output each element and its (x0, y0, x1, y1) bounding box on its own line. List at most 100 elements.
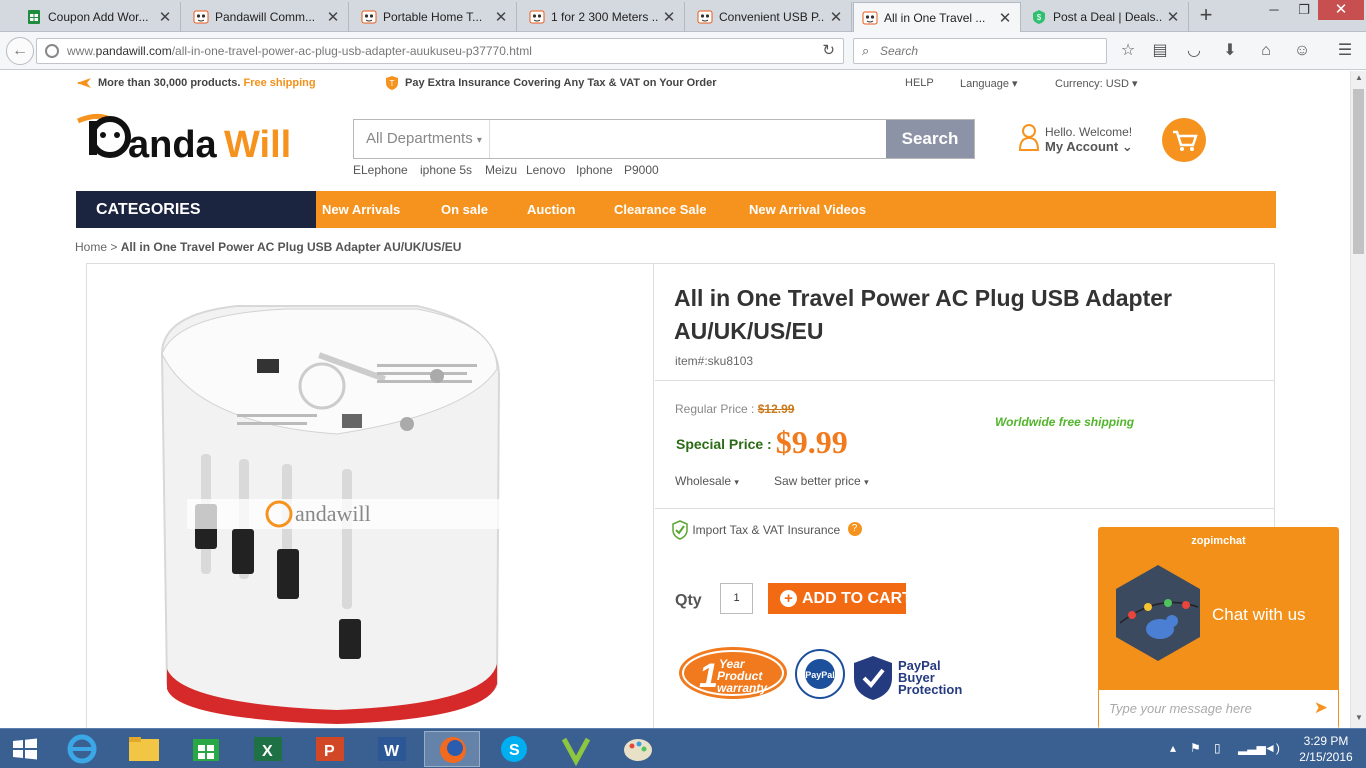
user-icon (1018, 124, 1040, 151)
close-tab-icon[interactable]: ✕ (326, 8, 340, 26)
scroll-down-icon[interactable]: ▼ (1351, 713, 1366, 722)
worldwide-shipping: Worldwide free shipping (995, 415, 1135, 429)
svg-text:S: S (509, 742, 520, 759)
browser-tab-1[interactable]: Coupon Add Wor... ✕ (18, 2, 181, 32)
system-clock[interactable]: 3:29 PM 2/15/2016 (1296, 733, 1356, 765)
nav-on-sale[interactable]: On sale (441, 191, 488, 228)
browser-tab-3[interactable]: Portable Home T... ✕ (353, 2, 517, 32)
hot-search-4[interactable]: Lenovo (526, 163, 565, 177)
department-select[interactable]: All Departments ▾ (354, 120, 490, 158)
pandawill-logo[interactable]: anda Will (76, 111, 298, 166)
vine-icon[interactable] (548, 731, 604, 767)
dealspotr-icon: $ (1033, 10, 1045, 24)
close-tab-icon[interactable]: ✕ (998, 9, 1012, 27)
promo-products-text: More than 30,000 products. (98, 77, 241, 89)
browser-tab-5[interactable]: Convenient USB P... ✕ (689, 2, 852, 32)
wholesale-dropdown[interactable]: Wholesale ▾ (675, 474, 739, 488)
windows-start-icon[interactable] (12, 738, 38, 760)
language-selector[interactable]: Language ▾ (960, 77, 1018, 90)
zopim-chat-widget[interactable]: zopimchat Chat with us Type your message… (1098, 527, 1339, 729)
plus-icon: + (780, 590, 797, 607)
help-question-icon[interactable]: ? (847, 522, 862, 536)
bookmark-star-icon[interactable]: ☆ (1117, 40, 1139, 62)
device-icon[interactable]: ▯ (1214, 741, 1221, 755)
browser-tab-4[interactable]: 1 for 2 300 Meters ... ✕ (521, 2, 685, 32)
add-to-cart-button[interactable]: + ADD TO CART (768, 583, 912, 614)
volume-icon[interactable]: ◄) (1264, 741, 1280, 755)
categories-menu[interactable]: CATEGORIES (76, 191, 316, 228)
hot-search-3[interactable]: Meizu (485, 163, 517, 177)
close-tab-icon[interactable]: ✕ (829, 8, 843, 26)
my-account-menu[interactable]: Hello. Welcome! My Account ⌄ (1018, 123, 1133, 156)
cart-button[interactable] (1162, 118, 1206, 162)
currency-selector[interactable]: Currency: USD ▾ (1055, 77, 1138, 90)
add-to-cart-label: ADD TO CART (802, 590, 912, 607)
site-search-input[interactable] (491, 120, 886, 158)
ie-icon[interactable] (54, 731, 110, 767)
action-center-icon[interactable]: ⚑ (1190, 741, 1201, 755)
help-link[interactable]: HELP (905, 77, 934, 89)
page-scrollbar[interactable]: ▲ ▼ (1350, 71, 1366, 728)
nav-new-arrivals[interactable]: New Arrivals (322, 191, 400, 228)
nav-clearance-sale[interactable]: Clearance Sale (614, 191, 707, 228)
url-path: /all-in-one-travel-power-ac-plug-usb-ada… (171, 44, 532, 58)
firefox-icon[interactable] (424, 731, 480, 767)
powerpoint-icon[interactable]: P (302, 731, 358, 767)
reading-list-icon[interactable]: ▤ (1149, 40, 1171, 62)
excel-icon[interactable]: X (240, 731, 296, 767)
quantity-input[interactable]: 1 (720, 583, 753, 614)
chat-message-input[interactable]: Type your message here ➤ (1099, 690, 1338, 728)
browser-tab-2[interactable]: Pandawill Comm... ✕ (185, 2, 349, 32)
home-icon[interactable]: ⌂ (1255, 40, 1277, 62)
browser-tab-7[interactable]: $ Post a Deal | Deals... ✕ (1023, 2, 1189, 32)
search-button[interactable]: Search (886, 120, 974, 158)
hot-search-2[interactable]: iphone 5s (420, 163, 472, 177)
minimize-window-button[interactable]: ─ (1260, 0, 1288, 22)
shield-icon: T (386, 76, 398, 90)
network-icon[interactable]: ▂▃▅ (1238, 741, 1266, 755)
show-hidden-icons[interactable]: ▴ (1170, 741, 1176, 755)
browser-tab-6-active[interactable]: All in One Travel ... ✕ (853, 2, 1021, 33)
tax-insurance-label: Import Tax & VAT Insurance (692, 523, 841, 537)
close-tab-icon[interactable]: ✕ (662, 8, 676, 26)
free-shipping-link[interactable]: Free shipping (244, 77, 316, 89)
pocket-icon[interactable]: ◡ (1183, 40, 1205, 62)
chevron-down-icon: ⌄ (1121, 139, 1133, 154)
new-tab-button[interactable]: + (1194, 4, 1218, 28)
language-label: Language (960, 78, 1009, 90)
hot-search-6[interactable]: P9000 (624, 163, 659, 177)
hot-search-1[interactable]: ELephone (353, 163, 408, 177)
store-icon[interactable] (178, 731, 234, 767)
browser-search-box[interactable]: ⌕ Search (853, 38, 1107, 64)
send-icon[interactable]: ➤ (1314, 698, 1328, 718)
nav-auction[interactable]: Auction (527, 191, 575, 228)
scroll-up-icon[interactable]: ▲ (1351, 73, 1366, 82)
product-image-area[interactable]: andawill (87, 264, 654, 728)
skype-icon[interactable]: S (486, 731, 542, 767)
scrollbar-thumb[interactable] (1353, 89, 1364, 254)
close-tab-icon[interactable]: ✕ (494, 8, 508, 26)
close-tab-icon[interactable]: ✕ (158, 8, 172, 26)
promo-insurance[interactable]: Pay Extra Insurance Covering Any Tax & V… (405, 77, 717, 89)
breadcrumb-home[interactable]: Home (75, 240, 107, 254)
tax-insurance[interactable]: Import Tax & VAT Insurance ? (671, 520, 862, 540)
hot-search-5[interactable]: Iphone (576, 163, 613, 177)
address-bar[interactable]: www.pandawill.com/all-in-one-travel-powe… (36, 38, 844, 64)
globe-icon (45, 44, 59, 58)
reload-icon[interactable]: ↻ (822, 39, 835, 63)
explorer-icon[interactable] (116, 731, 172, 767)
restore-window-button[interactable]: ❐ (1290, 0, 1318, 22)
nav-new-arrival-videos[interactable]: New Arrival Videos (749, 191, 866, 228)
back-button[interactable]: ← (6, 37, 34, 65)
paypal-line-3: Protection (898, 682, 963, 697)
better-price-dropdown[interactable]: Saw better price ▾ (774, 474, 869, 488)
panda-icon (193, 10, 209, 24)
close-window-button[interactable]: ✕ (1318, 0, 1364, 20)
hello-chat-icon[interactable]: ☺ (1291, 40, 1313, 62)
menu-icon[interactable]: ☰ (1334, 40, 1356, 62)
word-icon[interactable]: W (364, 731, 420, 767)
paint-icon[interactable] (610, 731, 666, 767)
close-tab-icon[interactable]: ✕ (1166, 8, 1180, 26)
breadcrumb: Home > All in One Travel Power AC Plug U… (75, 240, 461, 254)
download-icon[interactable]: ⬇ (1219, 40, 1241, 62)
